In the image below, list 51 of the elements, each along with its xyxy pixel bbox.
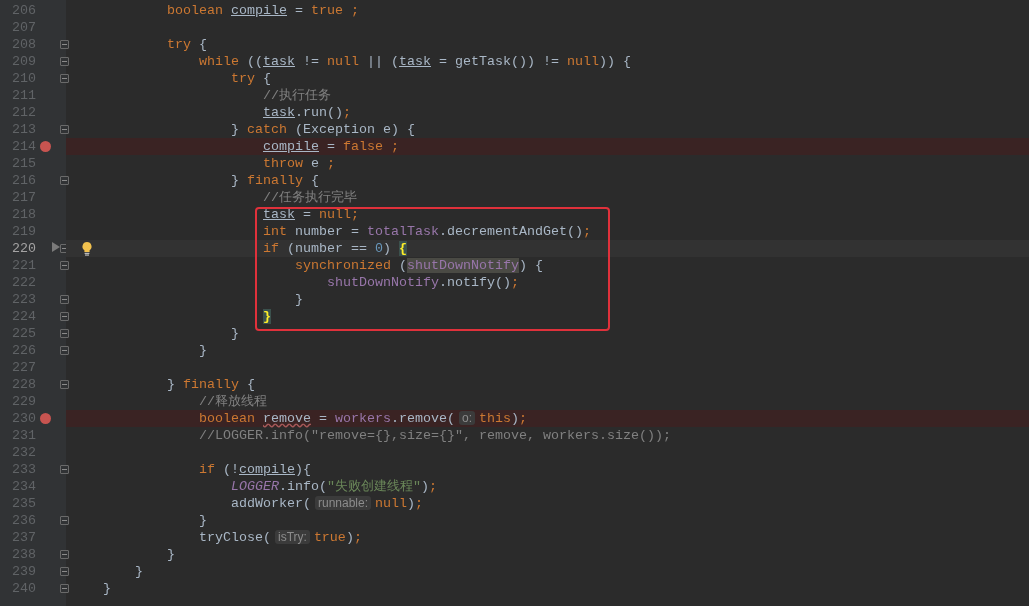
code-line: tryClose( isTry: true); (199, 529, 362, 546)
fold-icon[interactable] (60, 74, 69, 83)
code-line: } (135, 563, 143, 580)
code-line: //执行任务 (263, 87, 331, 104)
code-line: //任务执行完毕 (263, 189, 357, 206)
code-line: boolean remove = workers.remove( o: this); (199, 410, 527, 427)
breakpoint-icon[interactable] (40, 413, 51, 424)
code-line: } (199, 512, 207, 529)
fold-icon[interactable] (60, 346, 69, 355)
code-line: //释放线程 (199, 393, 267, 410)
code-line: shutDownNotify.notify(); (327, 274, 519, 291)
code-line: LOGGER.info("失败创建线程"); (231, 478, 437, 495)
fold-icon[interactable] (60, 312, 69, 321)
code-line: if (number == 0) { (263, 240, 407, 257)
code-line: throw e ; (263, 155, 335, 172)
fold-icon[interactable] (60, 57, 69, 66)
code-line: task = null; (263, 206, 359, 223)
fold-icon[interactable] (60, 584, 69, 593)
fold-icon[interactable] (60, 465, 69, 474)
fold-icon[interactable] (60, 40, 69, 49)
fold-icon[interactable] (60, 295, 69, 304)
fold-icon[interactable] (60, 380, 69, 389)
code-line: } (103, 580, 111, 597)
fold-icon[interactable] (60, 261, 69, 270)
code-line: while ((task != null || (task = getTask()) != null)) { (199, 53, 631, 70)
breakpoint-icon[interactable] (40, 141, 51, 152)
code-line: if (!compile){ (199, 461, 311, 478)
code-line: } finally { (231, 172, 319, 189)
code-line: } (231, 325, 239, 342)
code-line: boolean compile = true ; (167, 2, 359, 19)
fold-icon[interactable] (60, 516, 69, 525)
code-line: addWorker( runnable: null); (231, 495, 424, 512)
code-line: synchronized (shutDownNotify) { (295, 257, 543, 274)
fold-icon[interactable] (60, 176, 69, 185)
code-line: } finally { (167, 376, 255, 393)
fold-icon[interactable] (60, 125, 69, 134)
code-line: } (295, 291, 303, 308)
line-number: 220 (11, 240, 36, 257)
code-line: int number = totalTask.decrementAndGet(); (263, 223, 591, 240)
fold-icon[interactable] (60, 567, 69, 576)
code-line: try { (167, 36, 207, 53)
code-line: } (199, 342, 207, 359)
code-line: try { (231, 70, 271, 87)
lightbulb-icon[interactable] (81, 241, 93, 256)
fold-icon[interactable] (60, 329, 69, 338)
code-line: } catch (Exception e) { (231, 121, 415, 138)
code-line: //LOGGER.info("remove={},size={}", remove, workers.size()); (199, 427, 671, 444)
code-line: task.run(); (263, 104, 351, 121)
code-line: compile = false ; (263, 138, 399, 155)
code-line: } (167, 546, 175, 563)
fold-icon[interactable] (60, 550, 69, 559)
